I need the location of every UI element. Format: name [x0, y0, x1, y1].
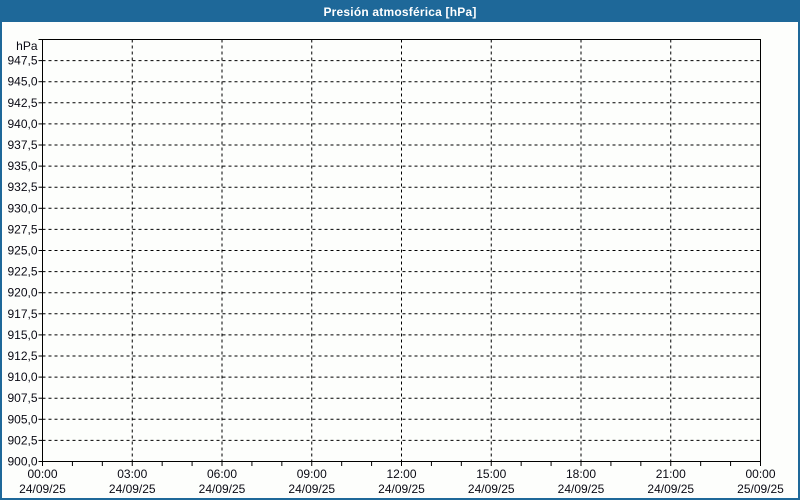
y-tick-label: 915,0 — [7, 328, 37, 342]
y-tick-label: 917,5 — [7, 307, 37, 321]
y-tick-label: 912,5 — [7, 349, 37, 363]
x-time-label: 00:00 — [27, 467, 57, 481]
x-date-label: 24/09/25 — [558, 482, 605, 496]
x-time-label: 15:00 — [476, 467, 506, 481]
x-time-label: 12:00 — [386, 467, 416, 481]
x-time-label: 18:00 — [566, 467, 596, 481]
pressure-chart-window: Presión atmosférica [hPa] hPa 947,5 945,0 9… — [0, 0, 800, 500]
y-tick-label: 907,5 — [7, 391, 37, 405]
x-date-label: 24/09/25 — [109, 482, 156, 496]
x-date-label: 24/09/25 — [199, 482, 246, 496]
x-date-label: 24/09/25 — [468, 482, 515, 496]
y-tick-label: 920,0 — [7, 286, 37, 300]
y-tick-label: 902,5 — [7, 433, 37, 447]
x-date-label: 24/09/25 — [288, 482, 335, 496]
pressure-chart-canvas: hPa947,5 945,0 942,5 940,0 937,5 935,0 932,5 93… — [7, 39, 784, 496]
y-axis-unit-label: hPa — [16, 39, 38, 53]
y-tick-label: 935,0 — [7, 159, 37, 173]
y-tick-label: 947,5 — [7, 54, 37, 68]
x-time-label: 09:00 — [297, 467, 327, 481]
y-axis-labels: hPa947,5 945,0 942,5 940,0 937,5 935,0 932,5 93… — [7, 39, 37, 469]
axis-ticks — [38, 39, 761, 466]
y-tick-label: 945,0 — [7, 75, 37, 89]
y-tick-label: 910,0 — [7, 370, 37, 384]
x-date-label: 24/09/25 — [19, 482, 66, 496]
chart-title: Presión atmosférica [hPa] — [323, 5, 477, 19]
x-time-label: 21:00 — [656, 467, 686, 481]
x-axis-labels: 00:0024/09/2503:0024/09/2506:0024/09/250… — [19, 467, 784, 496]
y-tick-label: 937,5 — [7, 138, 37, 152]
x-date-label: 24/09/25 — [378, 482, 425, 496]
y-tick-label: 905,0 — [7, 412, 37, 426]
x-date-label: 25/09/25 — [737, 482, 784, 496]
chart-title-bar: Presión atmosférica [hPa] — [2, 2, 798, 22]
y-tick-label: 932,5 — [7, 180, 37, 194]
grid-lines — [42, 39, 761, 462]
y-tick-label: 922,5 — [7, 265, 37, 279]
y-tick-label: 925,0 — [7, 244, 37, 258]
y-tick-label: 930,0 — [7, 201, 37, 215]
x-time-label: 03:00 — [117, 467, 147, 481]
y-tick-label: 940,0 — [7, 117, 37, 131]
y-tick-label: 927,5 — [7, 222, 37, 236]
x-time-label: 06:00 — [207, 467, 237, 481]
x-time-label: 00:00 — [745, 467, 775, 481]
y-tick-label: 942,5 — [7, 96, 37, 110]
x-date-label: 24/09/25 — [647, 482, 694, 496]
